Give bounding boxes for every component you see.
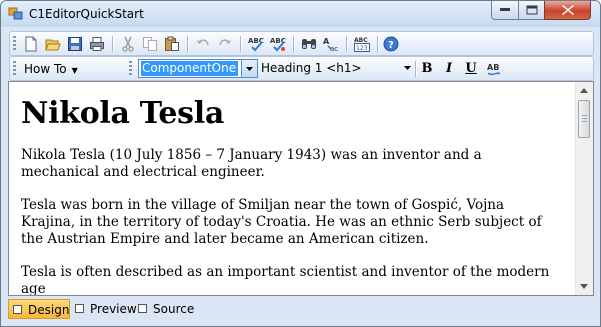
document-paragraph: Tesla is often described as an important… (21, 264, 550, 296)
copy-button[interactable] (141, 35, 159, 53)
editor-area[interactable]: Nikola Tesla Nikola Tesla (10 July 1856 … (8, 81, 594, 296)
tab-source[interactable]: Source (134, 299, 196, 319)
minimize-icon (500, 8, 510, 11)
new-document-icon (25, 36, 37, 52)
undo-icon (197, 39, 209, 46)
toolbar-separator (415, 61, 416, 77)
tab-design[interactable]: Design (8, 299, 70, 319)
open-folder-icon (45, 39, 61, 51)
undo-button[interactable] (194, 35, 212, 53)
toolbar-separator (346, 36, 347, 52)
toolbar-grip[interactable] (129, 61, 132, 76)
scroll-up-button[interactable] (576, 82, 593, 99)
standard-toolbar: ABC ABC Aac ABC 123 ? (9, 31, 594, 56)
document-content[interactable]: Nikola Tesla Nikola Tesla (10 July 1856 … (21, 86, 561, 296)
tab-preview[interactable]: Preview (71, 299, 137, 319)
spell-check-dialog-icon: ABC (270, 37, 286, 52)
svg-text:AB: AB (487, 63, 499, 72)
bold-button[interactable]: B (418, 60, 436, 78)
toolbar-separator (377, 36, 378, 52)
copy-icon (143, 37, 157, 51)
svg-text:A: A (323, 37, 330, 46)
save-icon (68, 37, 82, 51)
scrollbar-thumb[interactable] (578, 100, 590, 138)
how-to-dropdown[interactable]: How To ▼ (24, 60, 78, 78)
chevron-down-icon (246, 67, 253, 71)
print-button[interactable] (88, 35, 106, 53)
maximize-button[interactable] (518, 1, 545, 20)
class-combo[interactable]: ComponentOne (138, 59, 258, 78)
document-paragraph: Nikola Tesla (10 July 1856 – 7 January 1… (21, 147, 482, 180)
minimize-button[interactable] (491, 1, 519, 20)
preview-icon (75, 304, 84, 313)
find-button[interactable] (300, 35, 318, 53)
new-document-button[interactable] (22, 35, 40, 53)
toolbar-separator (240, 36, 241, 52)
paste-icon (165, 36, 179, 51)
class-combo-dropdown-button[interactable] (241, 60, 257, 77)
spell-check-button[interactable]: ABC (247, 35, 265, 53)
close-icon (561, 5, 574, 15)
svg-text:ABC: ABC (354, 37, 368, 44)
class-combo-value[interactable]: ComponentOne (141, 61, 238, 76)
format-styles-icon: AB (487, 63, 501, 76)
scroll-down-button[interactable] (576, 278, 593, 295)
format-styles-button[interactable]: AB (485, 60, 503, 78)
toolbar-grip[interactable] (13, 36, 16, 51)
insert-table-button[interactable]: ABC 123 (353, 35, 371, 53)
tab-label: Design (28, 303, 70, 317)
heading-combo[interactable]: Heading 1 <h1> (261, 59, 411, 78)
document-paragraph: Tesla was born in the village of Smiljan… (21, 197, 542, 247)
close-button[interactable] (544, 1, 591, 20)
toolbar-separator (112, 36, 113, 52)
save-button[interactable] (66, 35, 84, 53)
toolbar-separator (187, 36, 188, 52)
replace-icon: Aac (323, 37, 338, 53)
spell-check-dialog-button[interactable]: ABC (269, 35, 287, 53)
find-icon (302, 39, 316, 49)
toolbar-separator (293, 36, 294, 52)
chevron-down-icon (580, 284, 588, 289)
how-to-label: How To (24, 62, 67, 76)
design-icon (13, 305, 22, 314)
app-icon (8, 7, 23, 20)
svg-text:?: ? (388, 40, 394, 51)
spell-check-icon: ABC (248, 37, 264, 52)
open-button[interactable] (44, 35, 62, 53)
maximize-icon (526, 5, 537, 15)
svg-text:123: 123 (356, 45, 368, 52)
document-heading: Nikola Tesla (21, 96, 224, 131)
tab-label: Source (153, 302, 195, 316)
chevron-up-icon (580, 88, 588, 93)
title-bar[interactable]: C1EditorQuickStart (1, 1, 600, 27)
toolbar-grip[interactable] (13, 61, 16, 76)
redo-button[interactable] (216, 35, 234, 53)
italic-button[interactable]: I (440, 60, 458, 78)
redo-icon (219, 39, 231, 46)
print-icon (90, 37, 104, 51)
help-icon: ? (383, 36, 399, 52)
format-toolbar: How To ▼ ComponentOne Heading 1 <h1> B I … (9, 56, 594, 81)
insert-table-icon: ABC123 (354, 37, 370, 52)
source-icon (138, 304, 147, 313)
chevron-down-icon[interactable] (404, 66, 411, 70)
replace-button[interactable]: Aac (322, 35, 340, 53)
cut-icon (122, 36, 134, 52)
window-title: C1EditorQuickStart (29, 7, 144, 21)
cut-button[interactable] (119, 35, 137, 53)
chevron-down-icon: ▼ (71, 66, 78, 75)
heading-combo-value[interactable]: Heading 1 <h1> (261, 60, 362, 76)
help-button[interactable]: ? (382, 35, 400, 53)
vertical-scrollbar[interactable] (575, 82, 593, 295)
tab-label: Preview (90, 302, 137, 316)
view-tabs: Design Preview Source (8, 299, 594, 320)
underline-button[interactable]: U (462, 60, 480, 78)
paste-button[interactable] (163, 35, 181, 53)
app-window: C1EditorQuickStart ABC ABC A ac ABC 123 … (0, 0, 601, 327)
